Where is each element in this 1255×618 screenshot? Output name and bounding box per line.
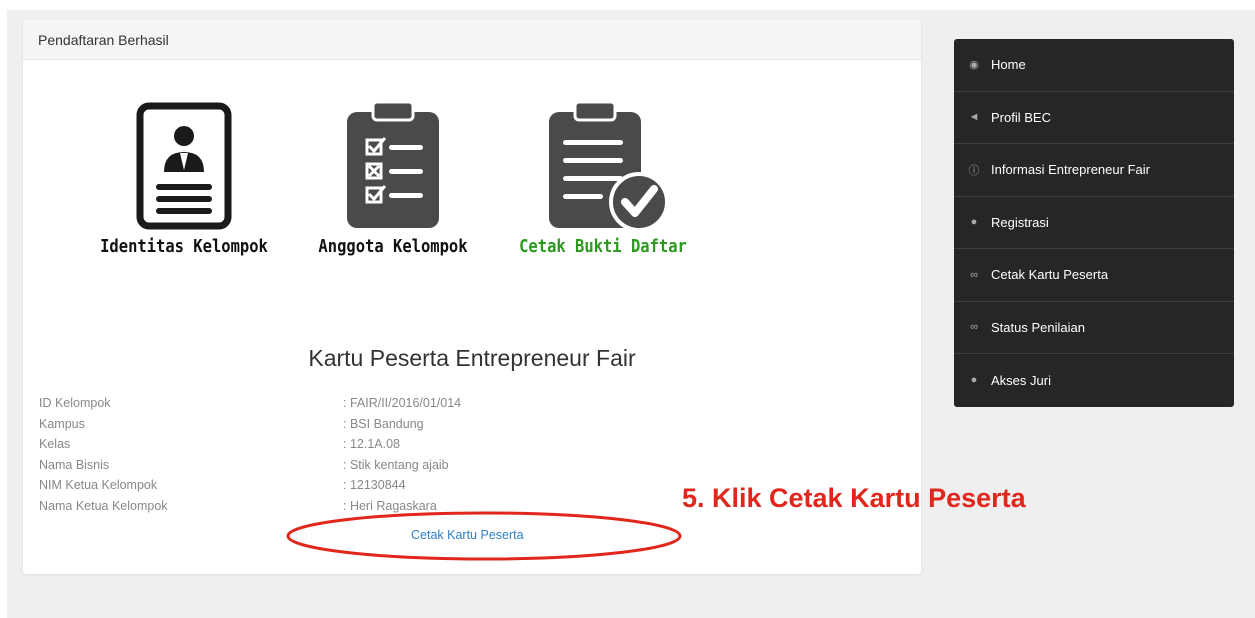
user-icon: ● — [970, 216, 978, 229]
checklist-clipboard-icon — [347, 100, 439, 228]
info-value: : 12.1A.08 — [343, 437, 400, 452]
info-icon: ⓘ — [968, 164, 980, 177]
card-title: Kartu Peserta Entrepreneur Fair — [308, 345, 636, 371]
step-label: Identitas Kelompok — [100, 236, 268, 257]
info-value: : FAIR/II/2016/01/014 — [343, 396, 462, 410]
sidebar-item-label: Home — [991, 57, 1026, 73]
sidebar-item-label: Cetak Kartu Peserta — [991, 267, 1109, 283]
info-label: Kampus — [39, 416, 85, 431]
user-icon: ● — [970, 374, 978, 387]
info-label: NIM Ketua Kelompok — [39, 478, 158, 493]
info-label: Kelas — [39, 437, 71, 452]
sidebar-item-status-penilaian[interactable]: ∞ Status Penilaian — [954, 302, 1234, 354]
step-label: Cetak Bukti Daftar — [519, 236, 687, 257]
sidebar-item-cetak-kartu[interactable]: ∞ Cetak Kartu Peserta — [954, 249, 1234, 302]
step-label: Anggota Kelompok — [318, 236, 468, 257]
step-anggota-kelompok[interactable]: Anggota Kelompok — [293, 100, 493, 257]
info-label: ID Kelompok — [39, 396, 111, 410]
sidebar-item-label: Informasi Entrepreneur Fair — [991, 162, 1150, 178]
sidebar-item-label: Profil BEC — [991, 109, 1051, 125]
link-icon: ∞ — [970, 268, 978, 281]
id-card-icon — [136, 102, 232, 230]
info-label: Nama Bisnis — [39, 457, 110, 472]
link-icon: ∞ — [970, 321, 978, 334]
annotation-ellipse — [286, 511, 682, 561]
sidebar-item-label: Akses Juri — [991, 372, 1051, 388]
step-identitas-kelompok[interactable]: Identitas Kelompok — [84, 100, 284, 257]
info-value: : 12130844 — [343, 478, 406, 493]
sidebar-item-akses-juri[interactable]: ● Akses Juri — [954, 354, 1234, 407]
panel-title: Pendaftaran Berhasil — [23, 20, 921, 60]
step-cetak-bukti-daftar[interactable]: Cetak Bukti Daftar — [503, 100, 703, 257]
dashboard-icon: ◉ — [969, 59, 979, 72]
sidebar-item-label: Status Penilaian — [991, 319, 1085, 335]
megaphone-icon: ◄ — [968, 111, 980, 124]
info-value: : Stik kentang ajaib — [343, 457, 449, 472]
sidebar-item-profil-bec[interactable]: ◄ Profil BEC — [954, 92, 1234, 144]
clipboard-check-icon — [549, 100, 669, 232]
info-value: : BSI Bandung — [343, 416, 424, 431]
sidebar-item-home[interactable]: ◉ Home — [954, 39, 1234, 92]
annotation-text: 5. Klik Cetak Kartu Peserta — [682, 483, 1026, 513]
sidebar-item-informasi[interactable]: ⓘ Informasi Entrepreneur Fair — [954, 144, 1234, 197]
info-label: Nama Ketua Kelompok — [39, 498, 168, 513]
sidebar-item-registrasi[interactable]: ● Registrasi — [954, 197, 1234, 249]
sidebar-nav: ◉ Home ◄ Profil BEC ⓘ Informasi Entrepre… — [954, 39, 1234, 407]
sidebar-item-label: Registrasi — [991, 214, 1049, 230]
